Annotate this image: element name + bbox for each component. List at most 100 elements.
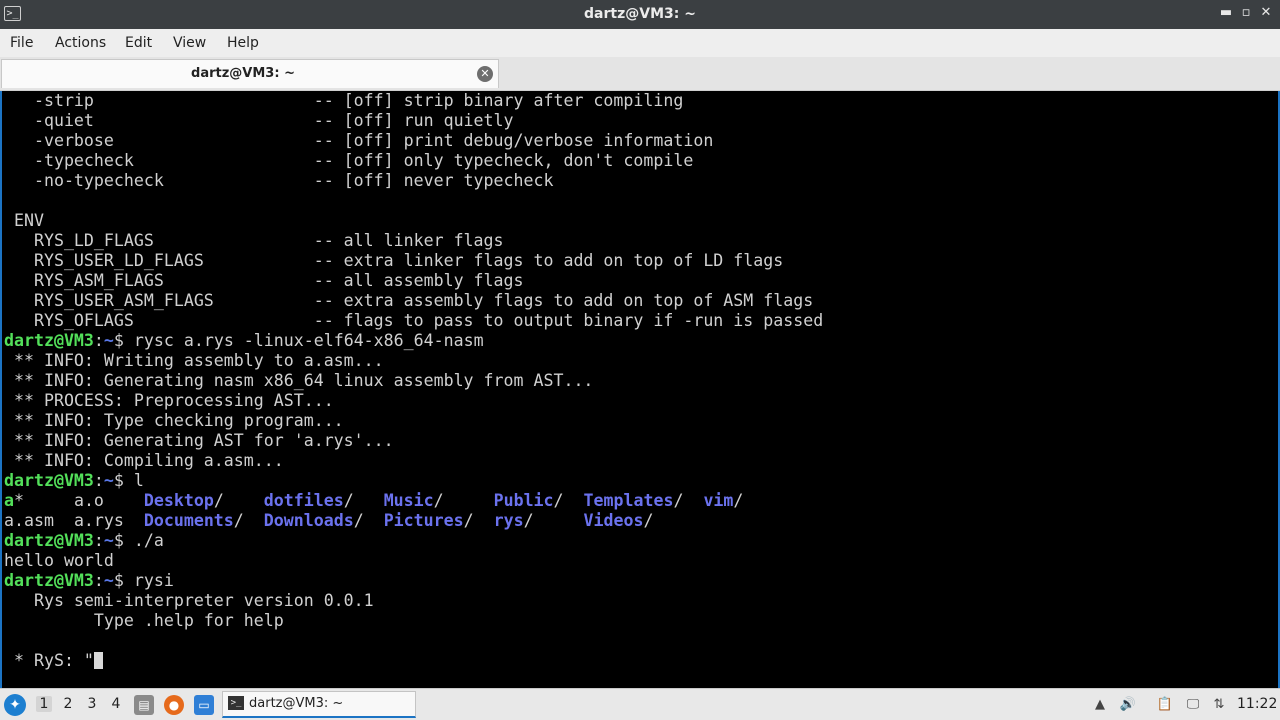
output-line: RYS_USER_ASM_FLAGS -- extra assembly fla… <box>4 291 814 310</box>
directory-entry: rys <box>493 511 524 530</box>
file-manager-icon[interactable]: ▤ <box>134 695 154 715</box>
ls-output-line: a.asm a.rys Documents/ Downloads/ Pictur… <box>4 511 1278 531</box>
command-text: rysi <box>133 571 174 590</box>
prompt-user: dartz@VM3 <box>4 331 94 350</box>
window-titlebar[interactable]: >_ dartz@VM3: ~ ▬ ▫ ✕ <box>0 0 1280 29</box>
start-menu-icon[interactable]: ✦ <box>4 694 26 716</box>
directory-entry: Documents <box>143 511 234 530</box>
output-line: hello world <box>4 551 114 570</box>
command-text: ./a <box>133 531 164 550</box>
prompt-symbol: $ <box>113 331 134 350</box>
workspace-2[interactable]: 2 <box>60 696 76 712</box>
output-line: Type .help for help <box>4 611 284 630</box>
monitor-icon[interactable]: 🖵 <box>1184 696 1202 714</box>
command-text: rysc a.rys -linux-elf64-x86_64-nasm <box>133 331 484 350</box>
output-line: ** INFO: Compiling a.asm... <box>4 451 284 470</box>
taskbar-task-terminal[interactable]: >_ dartz@VM3: ~ <box>222 691 416 718</box>
directory-entry: Public <box>493 491 554 510</box>
prompt-separator: : <box>93 331 104 350</box>
text-cursor <box>93 652 103 669</box>
prompt-separator: : <box>93 531 104 550</box>
clipboard-icon[interactable]: 📋 <box>1156 696 1174 714</box>
file-entry: / <box>643 511 654 530</box>
task-label: dartz@VM3: ~ <box>249 696 344 711</box>
output-line: -strip -- [off] strip binary after compi… <box>4 91 684 110</box>
directory-entry: Music <box>383 491 434 510</box>
output-line: ** INFO: Writing assembly to a.asm... <box>4 351 384 370</box>
prompt-line: dartz@VM3:~$ l <box>4 471 1278 491</box>
output-line: -typecheck -- [off] only typecheck, don'… <box>4 151 694 170</box>
minimize-icon[interactable]: ▬ <box>1218 5 1234 20</box>
taskbar: ✦ 1 2 3 4 ▤ ● ▭ >_ dartz@VM3: ~ ▲ 🔊 📋 🖵 … <box>0 688 1280 720</box>
prompt-line: dartz@VM3:~$ ./a <box>4 531 1278 551</box>
menu-file[interactable]: File <box>10 35 33 51</box>
menu-actions[interactable]: Actions <box>55 35 106 51</box>
show-desktop-icon[interactable]: ▭ <box>194 695 214 715</box>
file-entry: / <box>553 491 584 510</box>
prompt-user: dartz@VM3 <box>4 571 94 590</box>
firefox-icon[interactable]: ● <box>164 695 184 715</box>
directory-entry: vim <box>703 491 734 510</box>
close-icon[interactable]: ✕ <box>1258 5 1274 20</box>
output-line: ** INFO: Generating nasm x86_64 linux as… <box>4 371 594 390</box>
prompt-path: ~ <box>103 531 114 550</box>
repl-prompt: * RyS: " <box>4 651 94 670</box>
output-line: -no-typecheck -- [off] never typecheck <box>4 171 554 190</box>
prompt-symbol: $ <box>113 571 134 590</box>
file-entry: / <box>353 511 384 530</box>
clock: 11:22 <box>1237 696 1278 712</box>
output-line: -quiet -- [off] run quietly <box>4 111 514 130</box>
terminal-output[interactable]: -strip -- [off] strip binary after compi… <box>0 91 1280 688</box>
window-title: dartz@VM3: ~ <box>584 6 696 22</box>
file-entry: / <box>523 511 584 530</box>
output-line: RYS_ASM_FLAGS -- all assembly flags <box>4 271 524 290</box>
file-entry: / <box>213 491 264 510</box>
prompt-line: dartz@VM3:~$ rysi <box>4 571 1278 591</box>
menu-help[interactable]: Help <box>227 35 259 51</box>
workspace-1[interactable]: 1 <box>36 696 52 712</box>
terminal-icon: >_ <box>228 696 244 710</box>
file-entry: / <box>673 491 704 510</box>
output-line: RYS_USER_LD_FLAGS -- extra linker flags … <box>4 251 784 270</box>
file-entry: / <box>233 511 264 530</box>
prompt-separator: : <box>93 571 104 590</box>
tab-bar: dartz@VM3: ~ ✕ <box>0 57 1280 91</box>
output-line: ** INFO: Generating AST for 'a.rys'... <box>4 431 394 450</box>
command-text: l <box>133 471 144 490</box>
tab-terminal[interactable]: dartz@VM3: ~ ✕ <box>1 59 499 88</box>
file-entry: a.rys <box>73 511 144 530</box>
output-line: ENV <box>4 211 44 230</box>
menu-edit[interactable]: Edit <box>125 35 152 51</box>
workspace-4[interactable]: 4 <box>108 696 124 712</box>
prompt-line: dartz@VM3:~$ rysc a.rys -linux-elf64-x86… <box>4 331 1278 351</box>
file-entry: / <box>433 491 494 510</box>
prompt-user: dartz@VM3 <box>4 471 94 490</box>
tray-arrow-icon[interactable]: ▲ <box>1091 696 1109 714</box>
prompt-separator: : <box>93 471 104 490</box>
output-line: Rys semi-interpreter version 0.0.1 <box>4 591 374 610</box>
restore-icon[interactable]: ▫ <box>1238 5 1254 20</box>
output-line: RYS_OFLAGS -- flags to pass to output bi… <box>4 311 824 330</box>
prompt-path: ~ <box>103 571 114 590</box>
file-entry: a.o <box>73 491 144 510</box>
prompt-user: dartz@VM3 <box>4 531 94 550</box>
directory-entry: Templates <box>583 491 674 510</box>
output-line: ** INFO: Type checking program... <box>4 411 344 430</box>
tab-close-icon[interactable]: ✕ <box>477 66 493 82</box>
prompt-symbol: $ <box>113 531 134 550</box>
workspace-3[interactable]: 3 <box>84 696 100 712</box>
directory-entry: Desktop <box>143 491 214 510</box>
volume-icon[interactable]: 🔊 <box>1119 696 1137 714</box>
prompt-symbol: $ <box>113 471 134 490</box>
ls-output-line: a* a.o Desktop/ dotfiles/ Music/ Public/… <box>4 491 1278 511</box>
file-entry: / <box>463 511 494 530</box>
network-icon[interactable]: ⇅ <box>1210 696 1228 714</box>
prompt-path: ~ <box>103 471 114 490</box>
repl-input-line: * RyS: " <box>4 651 1278 671</box>
tab-label: dartz@VM3: ~ <box>191 66 295 81</box>
prompt-path: ~ <box>103 331 114 350</box>
file-entry: a.asm <box>4 511 74 530</box>
menu-view[interactable]: View <box>173 35 206 51</box>
